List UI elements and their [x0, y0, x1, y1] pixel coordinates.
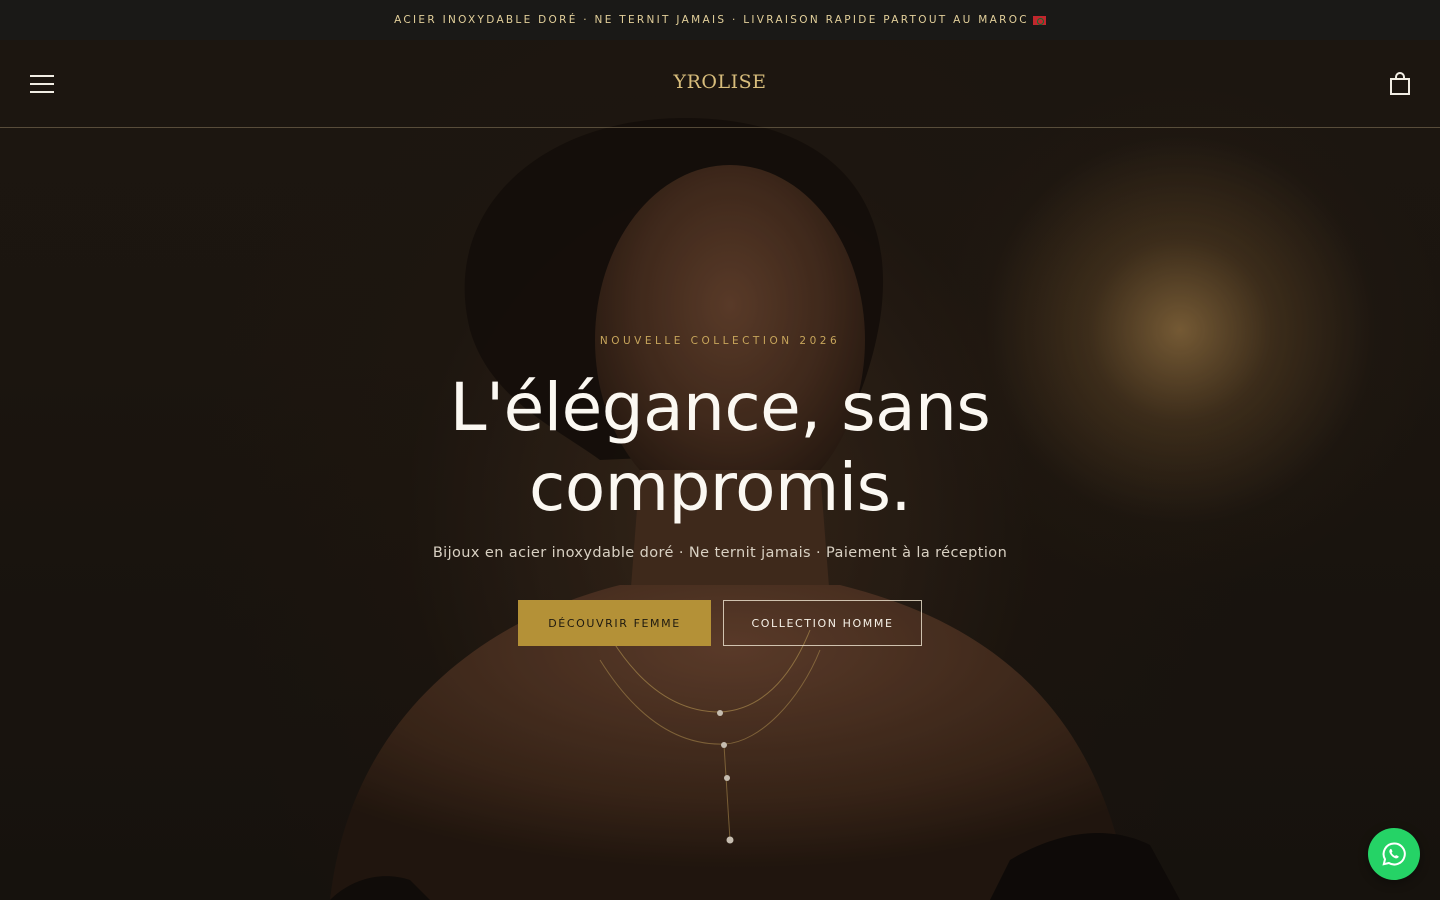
- announcement-text: ACIER INOXYDABLE DORÉ · NE TERNIT JAMAIS…: [394, 14, 1029, 26]
- site-header: YROLISE: [0, 40, 1440, 128]
- page: ACIER INOXYDABLE DORÉ · NE TERNIT JAMAIS…: [0, 0, 1440, 900]
- hero-eyebrow: NOUVELLE COLLECTION 2026: [599, 335, 841, 347]
- whatsapp-chat-button[interactable]: [1368, 828, 1420, 880]
- discover-women-button[interactable]: DÉCOUVRIR FEMME: [518, 600, 711, 646]
- shopping-bag-icon[interactable]: [1390, 72, 1410, 96]
- hero-section: NOUVELLE COLLECTION 2026 L'élégance, san…: [0, 0, 1440, 900]
- brand-logo[interactable]: YROLISE: [0, 71, 1440, 93]
- announcement-bar: ACIER INOXYDABLE DORÉ · NE TERNIT JAMAIS…: [0, 0, 1440, 40]
- hero-headline: L'élégance, sans compromis.: [449, 369, 991, 526]
- morocco-flag-icon: [1032, 15, 1046, 25]
- whatsapp-icon: [1382, 842, 1406, 866]
- men-collection-button[interactable]: COLLECTION HOMME: [723, 600, 922, 646]
- hero-subheadline: Bijoux en acier inoxydable doré · Ne ter…: [432, 545, 1008, 561]
